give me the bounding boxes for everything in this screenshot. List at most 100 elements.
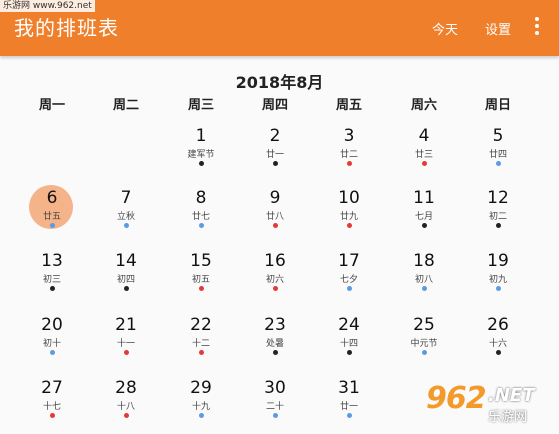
lunar-date: 初十: [42, 339, 61, 349]
weekday-label: 周五: [335, 98, 362, 113]
shift-dot-red: [199, 350, 204, 355]
shift-dot-black: [422, 223, 427, 228]
day-cell[interactable]: 20 初十: [15, 313, 89, 371]
lunar-date: 处暑: [265, 339, 284, 349]
day-cell[interactable]: 17 七夕: [312, 249, 386, 307]
day-cell[interactable]: 11 七月: [387, 186, 461, 244]
lunar-date: 初九: [488, 275, 507, 285]
day-cell[interactable]: 25 中元节: [387, 313, 461, 371]
shift-dot-red: [50, 413, 55, 418]
lunar-date: 廿一: [265, 150, 284, 160]
shift-dot-blue: [422, 286, 427, 291]
day-cell[interactable]: 22 十二: [164, 313, 238, 371]
day-cell[interactable]: 2 廿一: [238, 124, 312, 182]
lunar-date: 初二: [488, 212, 507, 222]
lunar-date: 中元节: [410, 339, 438, 349]
day-cell[interactable]: 30 二十: [238, 376, 312, 434]
day-cell[interactable]: 16 初六: [238, 249, 312, 307]
lunar-date: 廿三: [414, 150, 433, 160]
day-number: 1: [195, 126, 207, 146]
day-number: 12: [487, 188, 509, 208]
day-number: 21: [115, 315, 137, 335]
day-cell[interactable]: 7 立秋: [89, 186, 163, 244]
lunar-date: 十七: [42, 402, 61, 412]
app-title: 我的排班表: [14, 16, 119, 40]
shift-dot-red: [273, 286, 278, 291]
shift-dot-black: [199, 161, 204, 166]
day-cell[interactable]: 15 初五: [164, 249, 238, 307]
shift-dot-red: [199, 286, 204, 291]
shift-dot-blue: [50, 350, 55, 355]
day-cell[interactable]: 13 初三: [15, 249, 89, 307]
day-number: 3: [343, 126, 355, 146]
settings-button[interactable]: 设置: [485, 19, 511, 38]
day-cell[interactable]: 21 十一: [89, 313, 163, 371]
lunar-date: 二十: [265, 402, 284, 412]
lunar-date: 初六: [265, 275, 284, 285]
lunar-date: 十一: [116, 339, 135, 349]
day-number: 4: [418, 126, 430, 146]
day-cell[interactable]: 26 十六: [461, 313, 535, 371]
lunar-date: 建军节: [187, 150, 215, 160]
weekday-header: 周一 周二 周三 周四 周五 周六 周日: [0, 94, 559, 114]
lunar-date: 初五: [191, 275, 210, 285]
lunar-date: 初八: [414, 275, 433, 285]
shift-dot-blue: [273, 413, 278, 418]
day-cell[interactable]: 5 廿四: [461, 124, 535, 182]
today-button[interactable]: 今天: [432, 19, 458, 38]
day-number: 15: [190, 251, 212, 271]
logo-number: 962: [426, 381, 487, 416]
day-number: 29: [190, 378, 212, 398]
shift-dot-blue: [347, 286, 352, 291]
shift-dot-red: [124, 413, 129, 418]
day-number: 28: [115, 378, 137, 398]
day-cell[interactable]: 1 建军节: [164, 124, 238, 182]
day-number: 13: [41, 251, 63, 271]
lunar-date: 十四: [339, 339, 358, 349]
site-watermark: 乐游网 www.962.net: [0, 0, 95, 12]
lunar-date: 初三: [42, 275, 61, 285]
day-cell[interactable]: 4 廿三: [387, 124, 461, 182]
day-cell[interactable]: 14 初四: [89, 249, 163, 307]
day-cell[interactable]: 24 十四: [312, 313, 386, 371]
day-cell[interactable]: 12 初二: [461, 186, 535, 244]
day-cell[interactable]: 27 十七: [15, 376, 89, 434]
logo-watermark: 962 .NET 乐游网: [418, 381, 556, 427]
shift-dot-blue: [496, 286, 501, 291]
day-number: 31: [338, 378, 360, 398]
shift-dot-red: [347, 223, 352, 228]
logo-domain: .NET: [488, 385, 535, 406]
lunar-date: 廿五: [42, 212, 61, 222]
shift-dot-blue: [124, 223, 129, 228]
shift-dot-red: [347, 161, 352, 166]
day-cell[interactable]: 10 廿九: [312, 186, 386, 244]
lunar-date: 十八: [116, 402, 135, 412]
day-number: 14: [115, 251, 137, 271]
day-cell[interactable]: 9 廿八: [238, 186, 312, 244]
day-cell[interactable]: 19 初九: [461, 249, 535, 307]
shift-dot-blue: [199, 413, 204, 418]
day-cell[interactable]: 23 处暑: [238, 313, 312, 371]
day-number: 23: [264, 315, 286, 335]
day-cell[interactable]: 8 廿七: [164, 186, 238, 244]
more-vert-icon[interactable]: [531, 17, 543, 39]
day-cell[interactable]: 6 廿五: [15, 185, 89, 244]
day-number: 22: [190, 315, 212, 335]
shift-dot-blue: [50, 223, 55, 228]
day-cell[interactable]: 3 廿二: [312, 124, 386, 182]
weekday-label: 周三: [187, 98, 214, 113]
day-number: 9: [269, 188, 281, 208]
lunar-date: 十六: [488, 339, 507, 349]
day-cell[interactable]: 28 十八: [89, 376, 163, 434]
lunar-date: 立秋: [116, 212, 135, 222]
month-title: 2018年8月: [235, 73, 324, 92]
weekday-label: 周一: [38, 98, 65, 113]
day-number: 16: [264, 251, 286, 271]
day-number: 5: [492, 126, 504, 146]
shift-dot-red: [422, 161, 427, 166]
day-cell[interactable]: 18 初八: [387, 249, 461, 307]
day-cell[interactable]: 31 廿一: [312, 376, 386, 434]
day-cell[interactable]: 29 十九: [164, 376, 238, 434]
lunar-date: 初四: [116, 275, 135, 285]
lunar-date: 七月: [414, 212, 433, 222]
